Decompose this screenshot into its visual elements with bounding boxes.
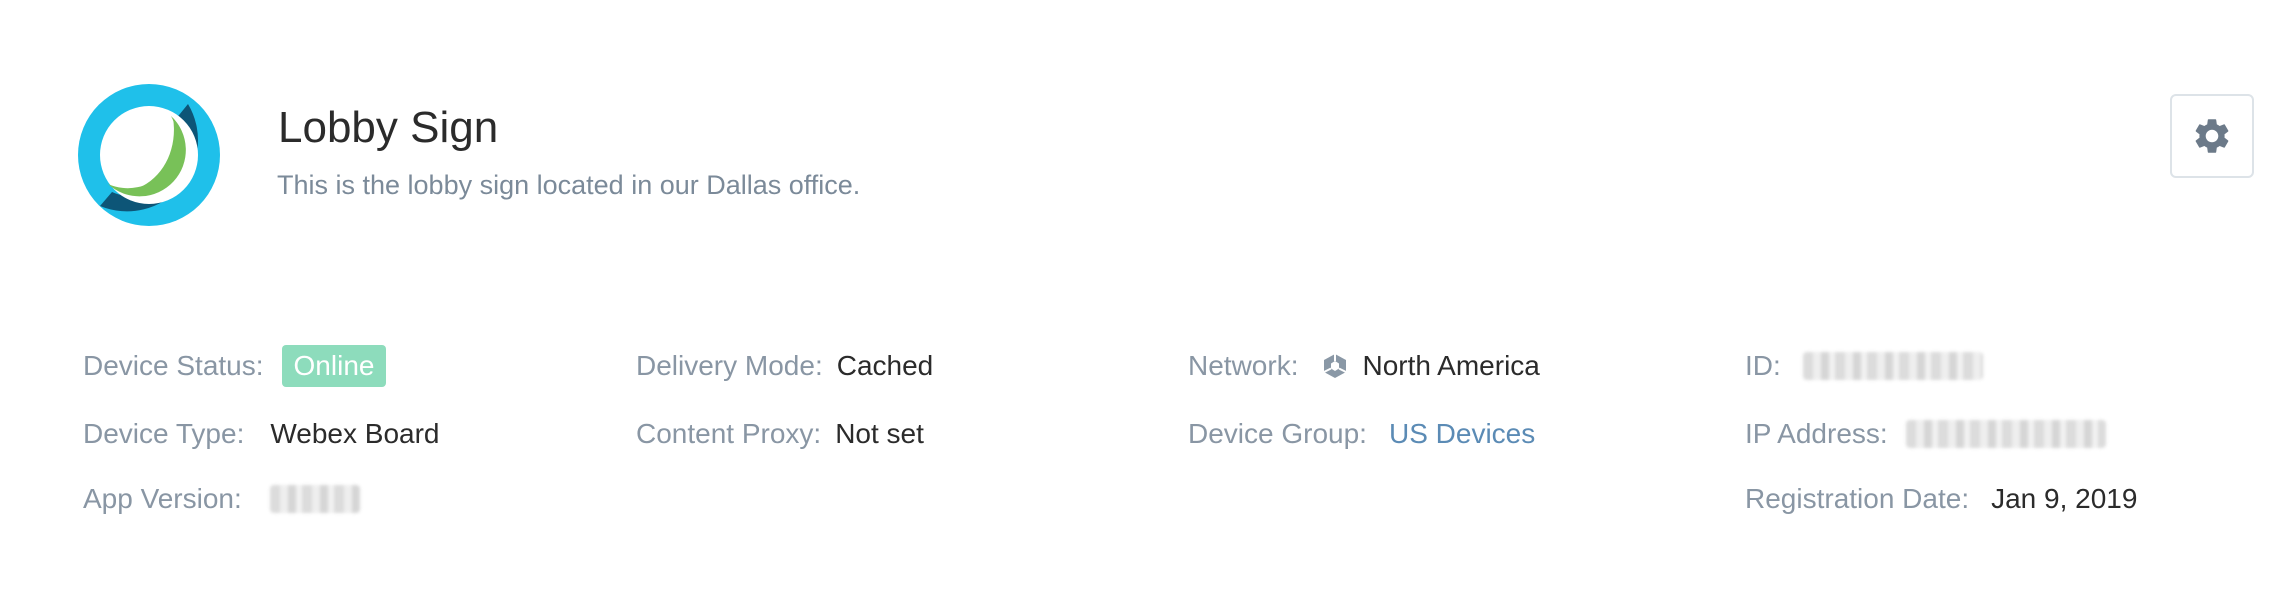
registration-date-label: Registration Date: [1745, 483, 1970, 514]
device-type-field: Device Type: Webex Board [83, 414, 439, 454]
device-type-value: Webex Board [270, 418, 440, 449]
delivery-mode-field: Delivery Mode: Cached [636, 346, 933, 386]
network-icon [1324, 354, 1347, 378]
registration-date-field: Registration Date: Jan 9, 2019 [1745, 479, 2137, 519]
device-detail-page: Lobby Sign This is the lobby sign locate… [0, 0, 2296, 612]
settings-button[interactable] [2170, 94, 2254, 178]
webex-logo-icon [78, 84, 220, 226]
device-status-label: Device Status: [83, 350, 264, 381]
app-version-label: App Version: [83, 483, 242, 514]
content-proxy-field: Content Proxy: Not set [636, 414, 924, 454]
ip-address-field: IP Address: [1745, 414, 2106, 454]
status-badge: Online [281, 345, 387, 387]
ip-address-redacted [1905, 420, 2106, 448]
device-type-label: Device Type: [83, 418, 245, 449]
gear-icon [2195, 119, 2229, 153]
device-group-link[interactable]: US Devices [1389, 418, 1535, 450]
device-description: This is the lobby sign located in our Da… [277, 170, 861, 200]
device-group-field: Device Group: US Devices [1188, 414, 1535, 454]
ip-address-label: IP Address: [1745, 418, 1888, 449]
content-proxy-value: Not set [835, 418, 924, 449]
id-label: ID: [1745, 350, 1781, 381]
app-version-redacted [269, 485, 360, 513]
app-version-field: App Version: [83, 479, 360, 519]
content-proxy-label: Content Proxy: [636, 418, 822, 449]
registration-date-value: Jan 9, 2019 [1991, 483, 2138, 514]
id-field: ID: [1745, 346, 1983, 386]
id-redacted [1802, 352, 1983, 380]
device-status-field: Device Status: Online [83, 345, 387, 387]
network-label: Network: [1188, 350, 1299, 381]
network-value: North America [1362, 350, 1540, 381]
device-name: Lobby Sign [278, 103, 499, 152]
delivery-mode-value: Cached [836, 350, 934, 381]
device-group-label: Device Group: [1188, 418, 1367, 449]
network-field: Network: North America [1188, 346, 1540, 386]
delivery-mode-label: Delivery Mode: [636, 350, 823, 381]
